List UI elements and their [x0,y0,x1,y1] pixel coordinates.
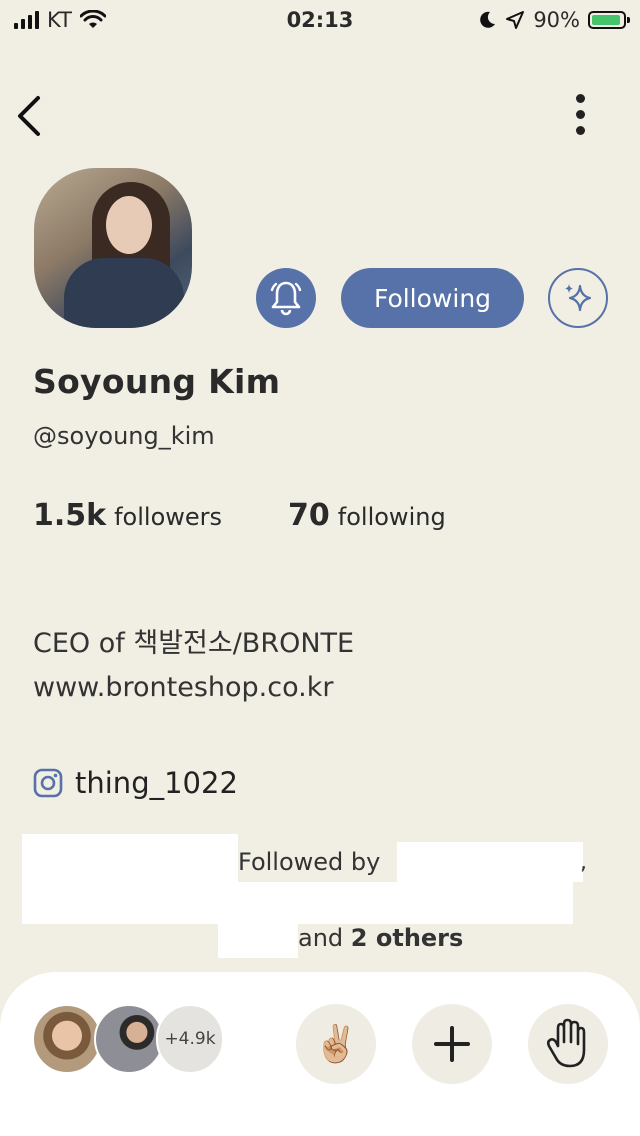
location-icon [506,11,525,29]
followed-by-others[interactable]: and 2 others [298,924,463,952]
back-button[interactable] [12,90,52,142]
battery-percent: 90% [533,8,580,32]
redacted-block [22,882,573,924]
profile-name: Soyoung Kim [33,362,281,401]
bell-icon [270,281,302,316]
instagram-icon [33,768,63,798]
moon-icon [480,11,496,28]
status-bar: KT 02:13 90% [0,0,640,40]
followed-by-label: Followed by [238,848,381,876]
instagram-handle: thing_1022 [75,766,238,800]
chevron-left-icon [18,96,40,136]
profile-stats: 1.5k followers 70 following [33,498,446,533]
profile-handle: @soyoung_kim [33,422,215,450]
notification-bell-button[interactable] [256,268,316,328]
others-count: 2 others [350,924,464,952]
following-stat[interactable]: 70 following [288,498,446,533]
redacted-block [218,924,298,958]
following-button[interactable]: Following [341,268,524,328]
bio-link[interactable]: www.bronteshop.co.kr [33,666,354,710]
active-user-avatar[interactable] [32,1004,102,1074]
following-label: following [337,503,446,531]
instagram-link[interactable]: thing_1022 [33,766,238,800]
add-button[interactable] [412,1004,492,1084]
more-users-count[interactable]: +4.9k [156,1004,224,1074]
followers-stat[interactable]: 1.5k followers [33,498,222,533]
status-right: 90% [477,8,630,32]
followers-label: followers [114,503,223,531]
sparkle-icon [565,284,592,312]
profile-bio: CEO of 책발전소/BRONTE www.bronteshop.co.kr [33,622,354,710]
bio-line: CEO of 책발전소/BRONTE [33,628,355,659]
redacted-block [397,842,583,882]
raise-hand-icon [546,1018,586,1068]
battery-charging-icon [588,11,630,29]
active-user-avatar[interactable] [94,1004,164,1074]
followers-count: 1.5k [33,498,107,533]
peace-hand-icon: ✌🏼 [313,1024,359,1065]
sparkle-button[interactable] [548,268,608,328]
profile-avatar[interactable] [34,168,192,328]
raise-hand-button[interactable] [528,1004,608,1084]
plus-icon [434,1026,470,1062]
following-count: 70 [288,498,330,533]
followed-by-comma: , [580,850,587,875]
more-options-button[interactable] [570,94,590,140]
more-vertical-icon [575,94,585,103]
and-text: and [298,924,344,952]
peace-hand-button[interactable]: ✌🏼 [296,1004,376,1084]
